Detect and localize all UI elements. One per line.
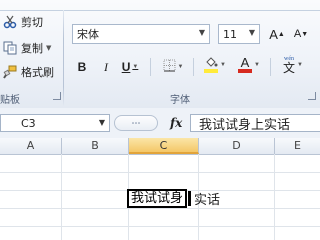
font-color-swatch [238,69,253,73]
fx-label: fx [170,116,183,130]
format-painter-icon [2,64,18,80]
copy-dropdown-icon[interactable]: ▼ [46,44,51,52]
name-box[interactable]: C3 ▼ [0,114,110,132]
cut-button[interactable]: 剪切 [2,14,43,30]
copy-icon [2,40,18,56]
cut-label: 剪切 [21,16,43,29]
formula-expand-handle[interactable] [114,115,158,131]
chevron-down-icon: ▼ [198,28,205,37]
paint-bucket-icon [204,57,219,73]
font-group-label: 字体 [170,95,190,106]
column-headers: A B C D E [0,138,320,155]
font-size-select[interactable]: 11 ▼ [218,24,260,44]
arrow-up-icon: ▲ [277,30,285,38]
insert-function-button[interactable]: fx [170,114,182,132]
italic-glyph: I [104,59,108,74]
format-painter-button[interactable]: 格式刷 [2,64,54,80]
chevron-down-icon: ▼ [98,118,105,127]
font-launcher-icon[interactable] [308,92,316,100]
gridline [61,154,62,240]
name-box-value: C3 [21,116,36,130]
bold-glyph: B [77,60,87,74]
underline-glyph: U [121,60,131,74]
clipboard-group-label: 贴板 [0,95,20,106]
gridline [0,226,320,227]
phonetic-guide-button[interactable]: wén 文 ▼ [278,56,308,75]
chevron-down-icon: ▼ [248,28,255,37]
shrink-font-glyph: A [293,28,302,40]
scissors-icon [2,14,18,30]
borders-icon [163,59,176,76]
clipboard-launcher-icon[interactable] [53,92,61,100]
underline-button[interactable]: U ▼ [118,58,142,76]
chevron-down-icon: ▼ [254,62,260,68]
italic-button[interactable]: I [98,58,114,76]
grow-font-button[interactable]: A ▲ [268,25,286,43]
copy-button[interactable]: 复制 ▼ [2,40,51,56]
font-size-value: 11 [223,27,237,41]
chevron-down-icon: ▼ [177,64,184,70]
cell-c3-editor[interactable]: 我试试身 实话 [127,189,220,208]
font-color-button[interactable]: A ▼ [236,56,262,74]
fill-color-swatch [204,69,219,73]
column-header-c[interactable]: C [129,138,199,154]
worksheet-grid[interactable]: A B C D E 我试试身 实话 [0,138,320,240]
formula-bar: C3 ▼ fx 我试试身上实话 [0,108,320,139]
gridline [274,154,275,240]
ribbon-top-segment [64,0,320,11]
text-cursor [188,191,192,206]
column-header-d[interactable]: D [199,138,275,154]
phonetic-glyph: 文 [283,60,296,75]
gridline [0,208,320,209]
column-header-b[interactable]: B [62,138,129,154]
toolbar-divider [150,58,151,76]
font-name-select[interactable]: 宋体 ▼ [72,24,210,44]
ribbon-top-strip [0,0,320,12]
grow-font-glyph: A [269,26,278,42]
group-divider [63,10,64,106]
ribbon-top-segment [0,0,63,11]
toolbar-divider [270,58,271,76]
bold-button[interactable]: B [74,58,90,76]
copy-label: 复制 [21,42,43,55]
gridline [0,172,320,173]
selected-text: 我试试身 [127,189,188,208]
chevron-down-icon: ▼ [132,64,139,70]
chevron-down-icon: ▼ [220,62,226,68]
font-color-icon: A [238,55,253,73]
column-header-a[interactable]: A [0,138,62,154]
chevron-down-icon: ▼ [297,62,303,68]
borders-button[interactable]: ▼ [160,58,186,76]
fill-color-button[interactable]: ▼ [202,56,228,74]
formula-content: 我试试身上实话 [199,117,291,133]
formula-input[interactable]: 我试试身上实话 [190,114,320,133]
ribbon: 剪切 复制 ▼ 格式刷 贴板 宋体 ▼ 11 ▼ A▲ A▼ B I U▼ [0,0,320,109]
column-header-e[interactable]: E [275,138,320,154]
shrink-font-button[interactable]: A ▼ [292,25,310,43]
phonetic-icon: wén 文 [283,56,295,75]
cell-text-rest: 实话 [194,193,221,208]
font-name-value: 宋体 [77,28,99,41]
font-color-glyph: A [240,55,250,70]
format-painter-label: 格式刷 [21,66,54,79]
toolbar-divider [193,58,194,76]
arrow-down-icon: ▼ [301,30,309,38]
